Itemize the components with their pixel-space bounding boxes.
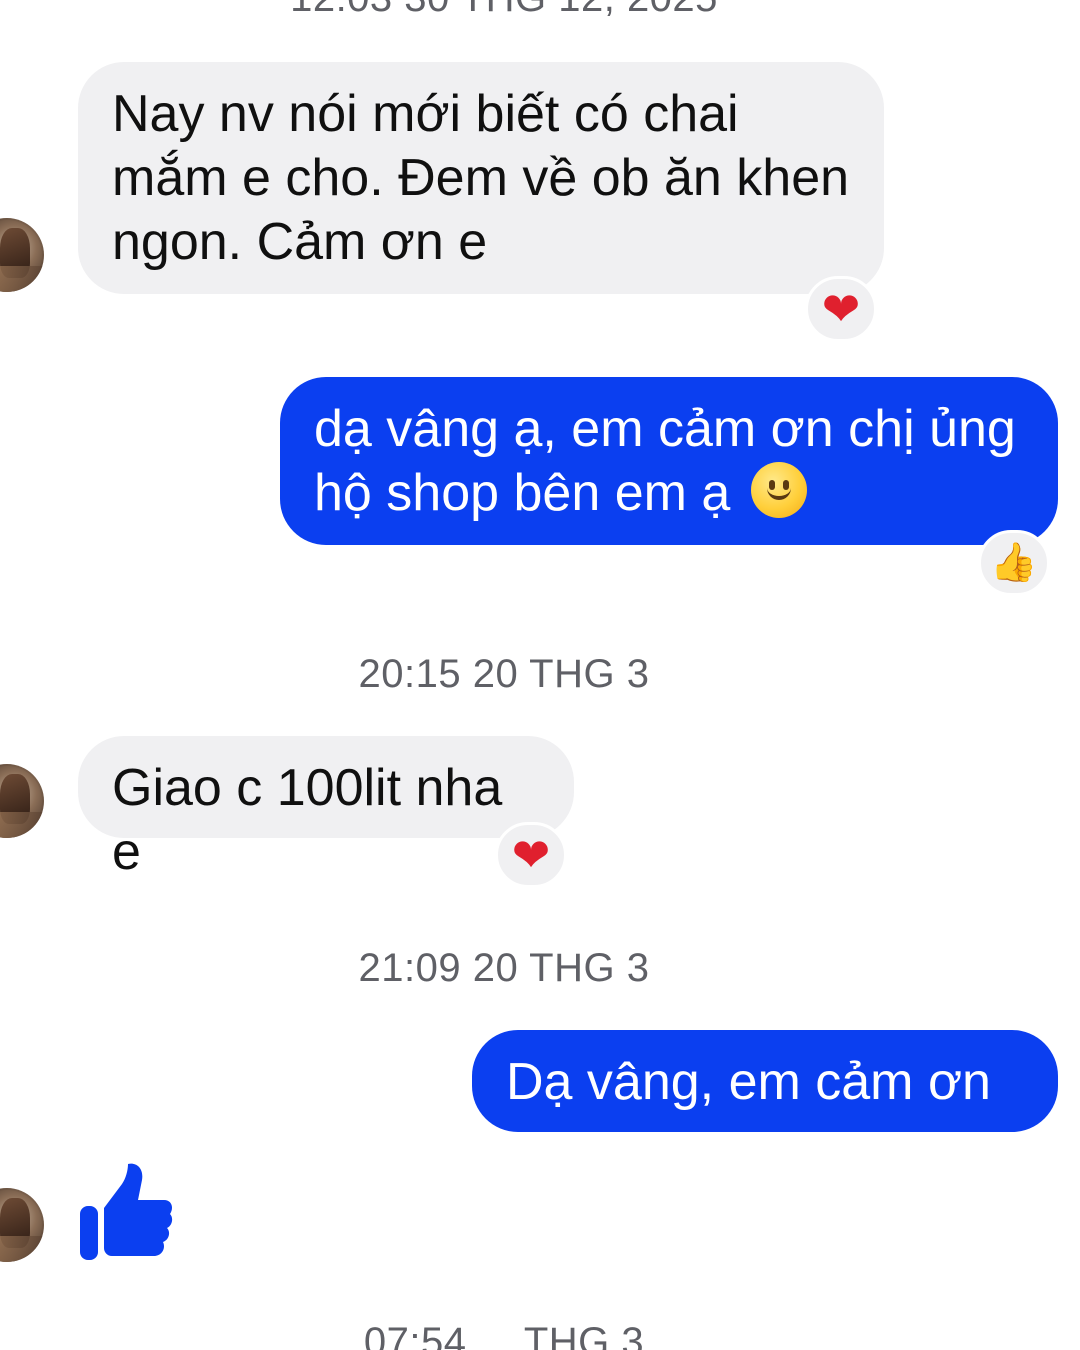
- avatar[interactable]: [0, 218, 44, 292]
- message-line: hộ shop bên em ạ: [314, 461, 1024, 525]
- timestamp: 20:15 20 THG 3: [358, 652, 650, 696]
- message-text: Dạ vâng, em cảm ơn ạ: [506, 1053, 991, 1175]
- chat-thread[interactable]: 12:03 30 THG 12, 2025 Nay nv nói mới biế…: [0, 0, 1080, 1350]
- message-line: dạ vâng ạ, em cảm ơn chị ủng: [314, 400, 1016, 458]
- heart-icon: ❤: [511, 829, 551, 881]
- thumbs-up-icon[interactable]: [78, 1162, 174, 1262]
- incoming-message-bubble[interactable]: Giao c 100lit nha e: [78, 736, 574, 881]
- outgoing-message-bubble[interactable]: Dạ vâng, em cảm ơn ạ: [472, 1030, 1058, 1175]
- heart-reaction-icon[interactable]: ❤: [495, 822, 567, 888]
- avatar[interactable]: [0, 1188, 44, 1262]
- thumbs-up-icon: 👍: [990, 542, 1038, 584]
- heart-reaction-icon[interactable]: ❤: [805, 276, 877, 342]
- timestamp-bottom: 07:54 ... THG 3: [363, 1320, 645, 1350]
- message-line: ngon. Cảm ơn e: [112, 213, 488, 271]
- outgoing-message-bubble[interactable]: dạ vâng ạ, em cảm ơn chị ủng hộ shop bên…: [280, 377, 1058, 545]
- thumbs-up-reaction-icon[interactable]: 👍: [978, 530, 1050, 596]
- message-text: Giao c 100lit nha e: [112, 759, 503, 881]
- message-line: mắm e cho. Đem về ob ăn khen: [112, 149, 850, 207]
- heart-icon: ❤: [821, 283, 861, 335]
- message-line: Nay nv nói mới biết có chai: [112, 85, 739, 143]
- avatar[interactable]: [0, 764, 44, 838]
- incoming-message-bubble[interactable]: Nay nv nói mới biết có chai mắm e cho. Đ…: [78, 62, 884, 294]
- slightly-smiling-face-icon: [750, 462, 807, 518]
- timestamp: 21:09 20 THG 3: [358, 946, 650, 990]
- timestamp-top: 12:03 30 THG 12, 2025: [0, 0, 1008, 22]
